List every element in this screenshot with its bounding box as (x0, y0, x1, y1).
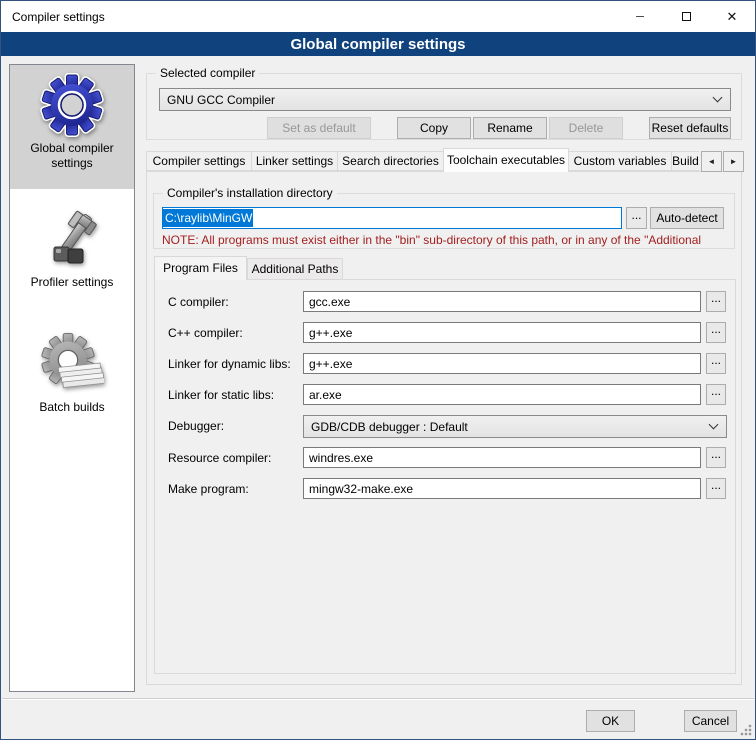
field-row-make-program: Make program: ... (155, 478, 735, 500)
ok-button[interactable]: OK (586, 710, 635, 732)
batch-builds-icon (40, 332, 104, 396)
cancel-button[interactable]: Cancel (684, 710, 737, 732)
tab-scroll-left-button[interactable]: ◄ (701, 151, 722, 172)
chevron-down-icon (713, 92, 723, 102)
settings-category-list: Global compiler settings Pr (9, 64, 135, 692)
field-label: Resource compiler: (168, 451, 271, 465)
minimize-button[interactable]: ─ (617, 1, 663, 32)
browse-make-program-button[interactable]: ... (706, 478, 726, 499)
auto-detect-button[interactable]: Auto-detect (650, 207, 724, 229)
browse-static-linker-button[interactable]: ... (706, 384, 726, 405)
resource-compiler-input[interactable] (303, 447, 701, 468)
tab-custom-variables[interactable]: Custom variables (568, 151, 672, 171)
field-label: Linker for dynamic libs: (168, 357, 291, 371)
tab-linker-settings[interactable]: Linker settings (251, 151, 338, 171)
field-label: Linker for static libs: (168, 388, 274, 402)
sidebar-item-label: Global compiler settings (10, 141, 134, 171)
make-program-input[interactable] (303, 478, 701, 499)
maximize-button[interactable] (663, 1, 709, 32)
sidebar-item-global-compiler-settings[interactable]: Global compiler settings (10, 65, 134, 189)
subtab-additional-paths[interactable]: Additional Paths (247, 258, 343, 280)
program-files-page: C compiler: ... C++ compiler: ... Linker… (154, 279, 736, 674)
subtab-program-files[interactable]: Program Files (154, 256, 247, 280)
delete-button[interactable]: Delete (549, 117, 623, 139)
rename-button[interactable]: Rename (473, 117, 547, 139)
tab-compiler-settings[interactable]: Compiler settings (146, 151, 252, 171)
sidebar-item-batch-builds[interactable]: Batch builds (10, 327, 134, 439)
left-arrow-icon: ◄ (708, 157, 716, 166)
toolchain-executables-panel: Compiler's installation directory C:\ray… (146, 171, 742, 685)
close-button[interactable]: ✕ (709, 1, 755, 32)
browse-cpp-compiler-button[interactable]: ... (706, 322, 726, 343)
close-icon: ✕ (727, 9, 738, 25)
selected-compiler-group: Selected compiler GNU GCC Compiler Set a… (146, 73, 742, 140)
blue-gear-icon (40, 73, 104, 137)
compiler-select-value: GNU GCC Compiler (167, 93, 275, 107)
dynamic-linker-input[interactable] (303, 353, 701, 374)
tab-toolchain-executables[interactable]: Toolchain executables (443, 148, 569, 172)
browse-dynamic-linker-button[interactable]: ... (706, 353, 726, 374)
field-label: C++ compiler: (168, 326, 243, 340)
group-label: Selected compiler (156, 66, 259, 80)
window-title: Compiler settings (12, 10, 105, 24)
selected-text: C:\raylib\MinGW (163, 209, 253, 227)
resize-grip[interactable] (740, 724, 752, 736)
field-label: Debugger: (168, 419, 224, 433)
set-as-default-button[interactable]: Set as default (267, 117, 371, 139)
sidebar-item-profiler-settings[interactable]: Profiler settings (10, 203, 134, 313)
debugger-select-value: GDB/CDB debugger : Default (311, 420, 468, 434)
field-row-cpp-compiler: C++ compiler: ... (155, 322, 735, 344)
copy-button[interactable]: Copy (397, 117, 471, 139)
debugger-select[interactable]: GDB/CDB debugger : Default (303, 415, 727, 438)
field-row-resource-compiler: Resource compiler: ... (155, 447, 735, 469)
compiler-settings-dialog: Compiler settings ─ ✕ Global compiler se… (0, 0, 756, 740)
installation-directory-group: Compiler's installation directory C:\ray… (153, 193, 735, 249)
field-row-debugger: Debugger: GDB/CDB debugger : Default (155, 415, 735, 437)
footer-divider (2, 698, 754, 700)
minimize-icon: ─ (636, 11, 644, 23)
field-row-c-compiler: C compiler: ... (155, 291, 735, 313)
sidebar-item-label: Profiler settings (10, 275, 134, 290)
browse-directory-button[interactable]: ... (626, 207, 647, 229)
group-label: Compiler's installation directory (163, 186, 337, 200)
page-title: Global compiler settings (1, 32, 755, 56)
field-label: C compiler: (168, 295, 229, 309)
tab-search-directories[interactable]: Search directories (337, 151, 444, 171)
caliper-icon (40, 207, 104, 271)
field-row-static-linker: Linker for static libs: ... (155, 384, 735, 406)
field-row-dynamic-linker: Linker for dynamic libs: ... (155, 353, 735, 375)
chevron-down-icon (709, 419, 719, 429)
c-compiler-input[interactable] (303, 291, 701, 312)
static-linker-input[interactable] (303, 384, 701, 405)
reset-defaults-button[interactable]: Reset defaults (649, 117, 731, 139)
compiler-select[interactable]: GNU GCC Compiler (159, 88, 731, 111)
browse-resource-compiler-button[interactable]: ... (706, 447, 726, 468)
right-arrow-icon: ► (730, 157, 738, 166)
maximize-icon (682, 12, 691, 21)
cpp-compiler-input[interactable] (303, 322, 701, 343)
sidebar-item-label: Batch builds (10, 400, 134, 415)
installation-directory-input[interactable]: C:\raylib\MinGW (162, 207, 622, 229)
tab-build-options[interactable]: Build (671, 151, 699, 171)
browse-c-compiler-button[interactable]: ... (706, 291, 726, 312)
note-text: NOTE: All programs must exist either in … (162, 233, 728, 247)
field-label: Make program: (168, 482, 249, 496)
tab-scroll-right-button[interactable]: ► (723, 151, 744, 172)
